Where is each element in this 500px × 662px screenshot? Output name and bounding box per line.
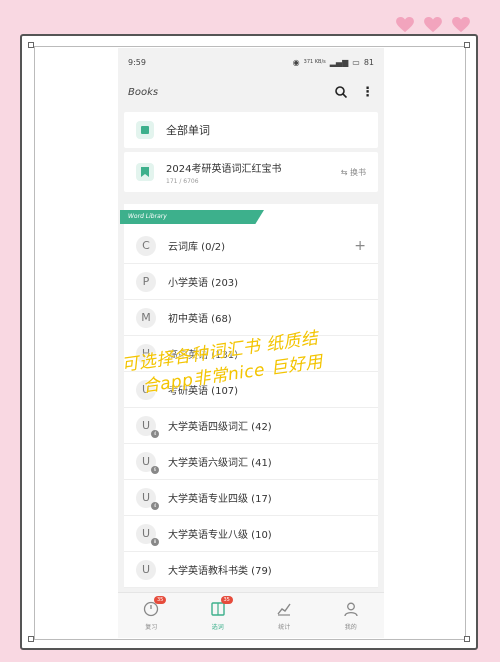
signal-speed: 371 KB/s (303, 59, 326, 65)
library-item-label: 大学英语专业四级 (17) (168, 494, 272, 505)
library-item[interactable]: U6 大学英语六级词汇 (41) (124, 444, 378, 480)
tab-profile[interactable]: 我的 (318, 593, 385, 638)
library-item-letter: M (136, 307, 156, 328)
current-book-progress: 171 / 6706 (166, 177, 199, 185)
bookmark-icon (136, 163, 154, 181)
status-time: 9:59 (128, 57, 146, 67)
search-icon[interactable] (335, 83, 348, 102)
library-ribbon: Word Library (120, 210, 264, 224)
page-title: Books (128, 86, 159, 98)
add-icon[interactable]: + (354, 238, 366, 254)
current-book-card[interactable]: 2024考研英语词汇红宝书 171 / 6706 ⇆ 换书 (124, 152, 378, 192)
bottom-tab-bar: 35 复习 35 选词 统计 我的 (118, 592, 384, 638)
app-bar: Books ⋮ (118, 76, 384, 108)
tab-review[interactable]: 35 复习 (118, 593, 185, 638)
library-item-label: 大学英语六级词汇 (41) (168, 458, 272, 469)
tab-badge: 35 (220, 596, 233, 604)
tab-words[interactable]: 35 选词 (185, 593, 252, 638)
library-item[interactable]: U4 大学英语四级词汇 (42) (124, 408, 378, 444)
library-item-label: 初中英语 (68) (168, 314, 232, 325)
library-item[interactable]: C 云词库 (0/2) + (124, 228, 378, 264)
tab-label: 复习 (145, 623, 158, 631)
chart-icon (276, 601, 292, 619)
tab-badge: 35 (154, 596, 167, 604)
eye-icon: ◉ (292, 57, 300, 67)
swap-book-button[interactable]: ⇆ 换书 (341, 167, 366, 178)
more-icon[interactable]: ⋮ (361, 85, 374, 100)
library-item-letter: U4 (136, 487, 159, 510)
book-icon (136, 121, 154, 139)
library-item-label: 大学英语教科书类 (79) (168, 566, 272, 577)
library-item[interactable]: U 大学英语教科书类 (79) (124, 552, 378, 588)
signal-icon: ▂▄▆ (329, 57, 349, 67)
library-item-letter: U8 (136, 523, 159, 546)
frame-corner (464, 636, 470, 642)
frame-corner (464, 42, 470, 48)
user-icon (343, 601, 359, 619)
library-item-letter: C (136, 235, 156, 256)
library-item-letter: U4 (136, 415, 159, 438)
level-badge: 6 (151, 465, 159, 474)
library-item-label: 大学英语专业八级 (10) (168, 530, 272, 541)
heart-icon (424, 17, 442, 33)
heart-icon (396, 17, 414, 33)
library-item-label: 小学英语 (203) (168, 278, 239, 289)
all-words-button[interactable]: 全部单词 (124, 112, 378, 148)
library-item[interactable]: U4 大学英语专业四级 (17) (124, 480, 378, 516)
status-icons: ◉ 371 KB/s ▂▄▆ ▭ 81 (293, 58, 374, 67)
status-bar: 9:59 ◉ 371 KB/s ▂▄▆ ▭ 81 (118, 48, 384, 76)
frame-corner (28, 42, 34, 48)
library-item[interactable]: U8 大学英语专业八级 (10) (124, 516, 378, 552)
hearts-decoration (396, 17, 470, 33)
library-item-letter: P (136, 271, 156, 292)
tab-stats[interactable]: 统计 (251, 593, 318, 638)
library-item-letter: U6 (136, 451, 159, 474)
library-item-letter: U (136, 559, 156, 580)
heart-icon (452, 17, 470, 33)
frame-corner (28, 636, 34, 642)
library-item[interactable]: P 小学英语 (203) (124, 264, 378, 300)
level-badge: 4 (151, 429, 159, 438)
library-item-label: 大学英语四级词汇 (42) (168, 422, 272, 433)
current-book-title: 2024考研英语词汇红宝书 (166, 163, 282, 175)
tab-label: 选词 (211, 623, 224, 631)
all-words-label: 全部单词 (166, 124, 210, 137)
tab-label: 我的 (344, 623, 357, 631)
tab-label: 统计 (278, 623, 291, 631)
battery-icon: ▭ (352, 57, 360, 67)
level-badge: 4 (151, 501, 159, 510)
library-item-label: 云词库 (0/2) (168, 242, 226, 253)
battery-level: 81 (363, 57, 374, 67)
swap-book-label: 换书 (350, 167, 366, 177)
level-badge: 8 (151, 537, 159, 546)
